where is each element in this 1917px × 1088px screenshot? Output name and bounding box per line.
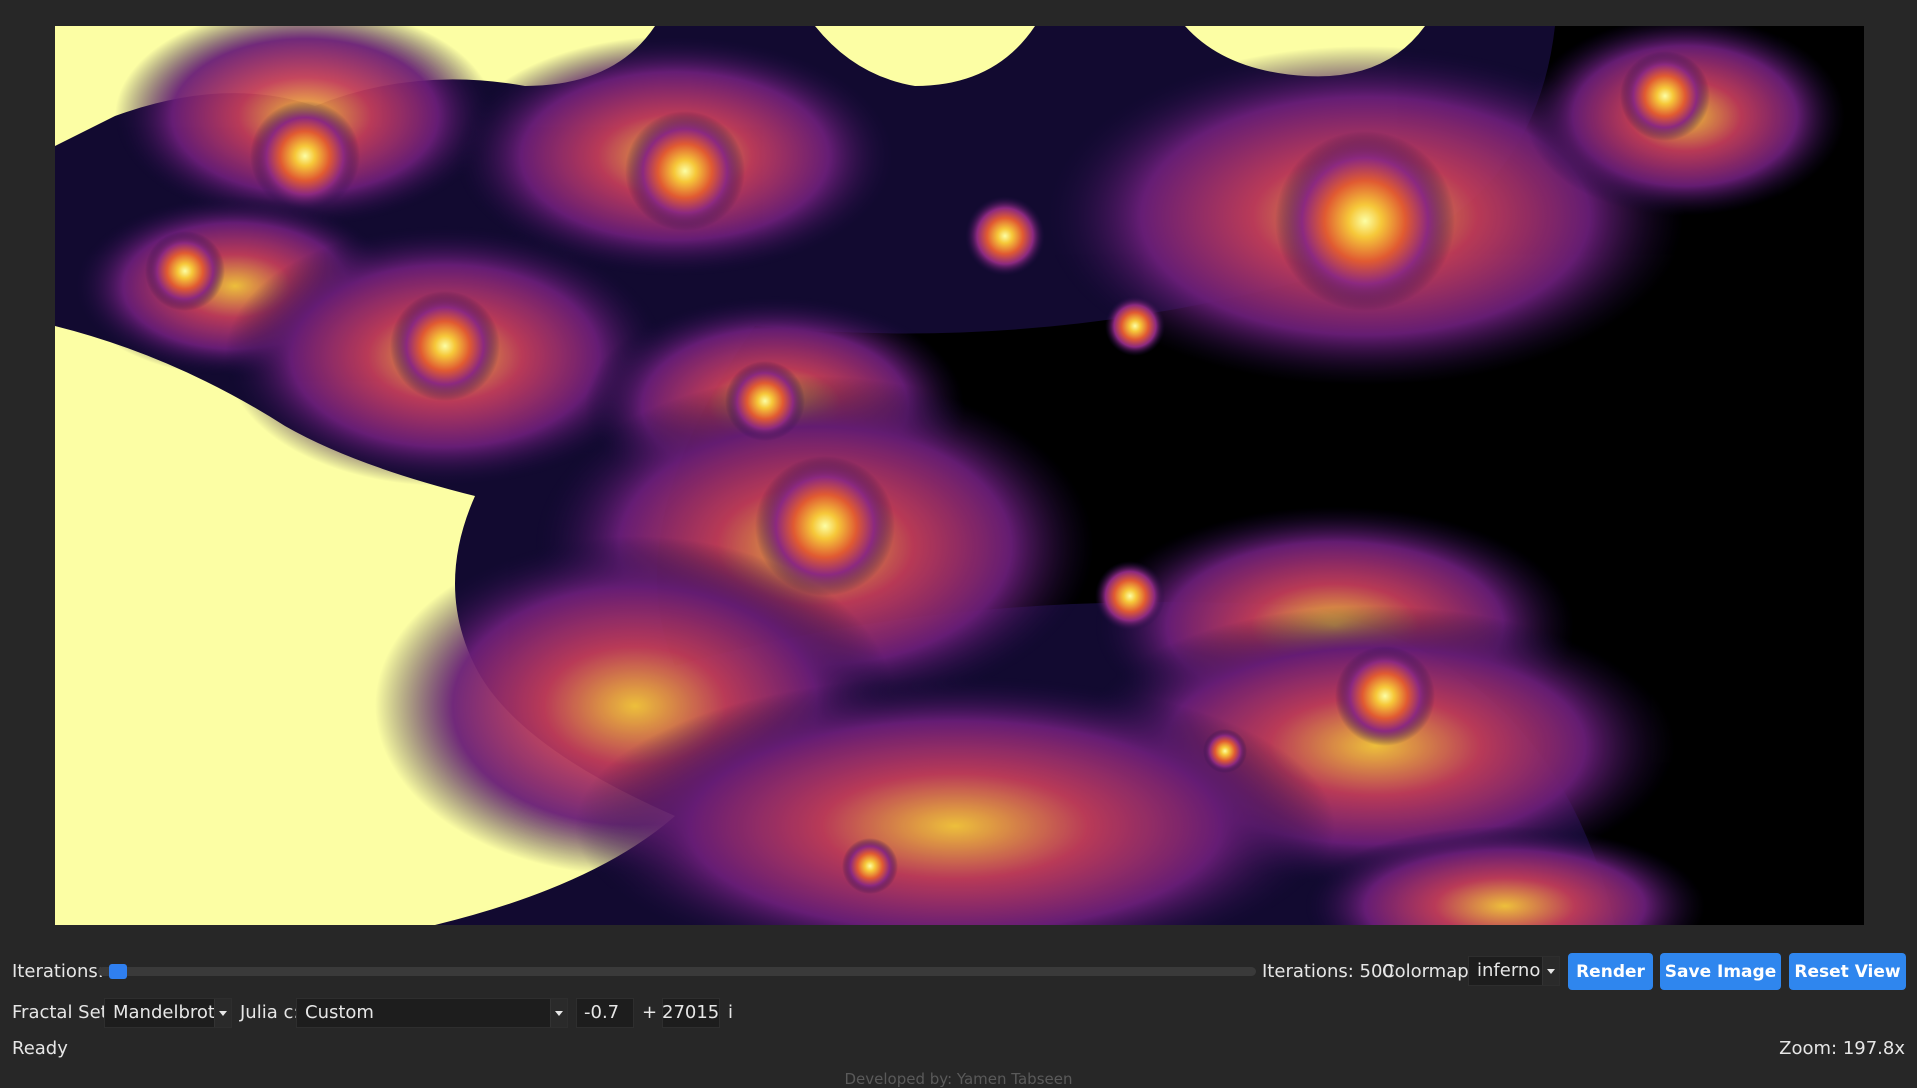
reset-view-button[interactable]: Reset View [1789,953,1906,990]
iterations-value: Iterations: 500 [1262,961,1394,982]
colormap-value: inferno [1477,960,1541,981]
status-text: Ready [12,1038,68,1059]
chevron-down-icon [550,999,567,1027]
iterations-slider[interactable] [98,964,1256,979]
render-button[interactable]: Render [1568,953,1653,990]
zoom-readout: Zoom: 197.8x [1779,1038,1905,1059]
slider-handle[interactable] [109,964,128,979]
slider-track [98,967,1256,976]
save-image-button[interactable]: Save Image [1660,953,1781,990]
julia-imag-value: 27015 [662,1002,720,1023]
julia-preset-select[interactable]: Custom [296,998,568,1028]
julia-c-label: Julia c: [240,1002,300,1023]
developer-credit: Developed by: Yamen Tabseen [844,1070,1073,1088]
julia-imag-input[interactable]: 27015 [662,998,720,1028]
colormap-select[interactable]: inferno [1468,956,1560,986]
chevron-down-icon [214,999,231,1027]
colormap-label: Colormap: [1382,961,1475,982]
fractal-set-value: Mandelbrot [113,1002,215,1023]
julia-preset-value: Custom [305,1002,374,1023]
fractal-canvas[interactable] [55,26,1864,925]
chevron-down-icon [1542,957,1559,985]
imaginary-unit-label: i [728,1002,734,1023]
iterations-label: Iterations: [12,961,104,982]
plus-sign: + [642,1002,658,1023]
fractal-set-label: Fractal Set: [12,1002,114,1023]
fractal-image [55,26,1864,925]
julia-real-input[interactable]: -0.7 [576,998,634,1028]
fractal-set-select[interactable]: Mandelbrot [104,998,232,1028]
